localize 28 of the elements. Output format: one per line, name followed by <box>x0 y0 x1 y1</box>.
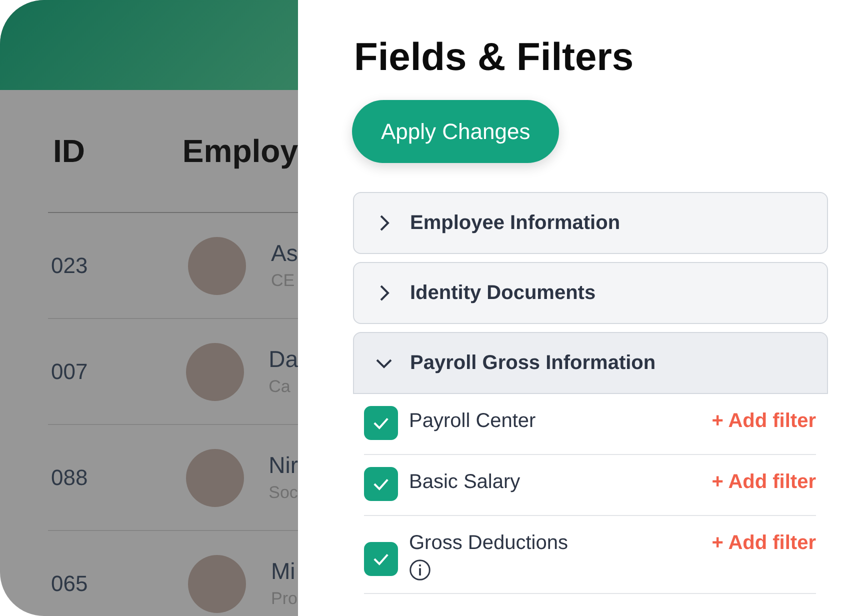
section-title: Employee Information <box>410 212 620 234</box>
field-label: Gross Deductions <box>409 532 569 555</box>
checkbox[interactable] <box>364 406 398 440</box>
section-header[interactable]: Employee Information <box>353 192 828 254</box>
add-filter-link[interactable]: + Add filter <box>712 528 816 555</box>
employee-id: 088 <box>50 464 89 490</box>
panel-title: Fields & Filters <box>354 36 635 80</box>
add-filter-link[interactable]: + Add filter <box>712 467 816 494</box>
field-label: Basic Salary <box>409 471 522 494</box>
employee-name: Mi <box>271 558 296 585</box>
employee-name: As <box>271 240 298 267</box>
section-header[interactable]: Payroll Gross Information <box>353 332 828 394</box>
column-header: Employ <box>182 132 298 170</box>
employee-id: 065 <box>50 570 89 596</box>
section-title: Identity Documents <box>410 282 596 304</box>
checkbox[interactable] <box>364 467 398 501</box>
field-label: Payroll Center <box>409 410 537 433</box>
employee-name: Da <box>268 346 298 373</box>
employee-id: 023 <box>50 252 89 278</box>
info-icon[interactable] <box>409 559 431 581</box>
apply-changes-button[interactable]: Apply Changes <box>352 100 560 163</box>
column-header: ID <box>52 132 86 170</box>
employee-id: 007 <box>50 358 89 384</box>
section-header[interactable]: Identity Documents <box>353 262 828 324</box>
checkbox[interactable] <box>364 542 398 576</box>
section-title: Payroll Gross Information <box>410 352 656 374</box>
employee-name: Nir <box>268 452 298 479</box>
add-filter-link[interactable]: + Add filter <box>712 406 816 433</box>
